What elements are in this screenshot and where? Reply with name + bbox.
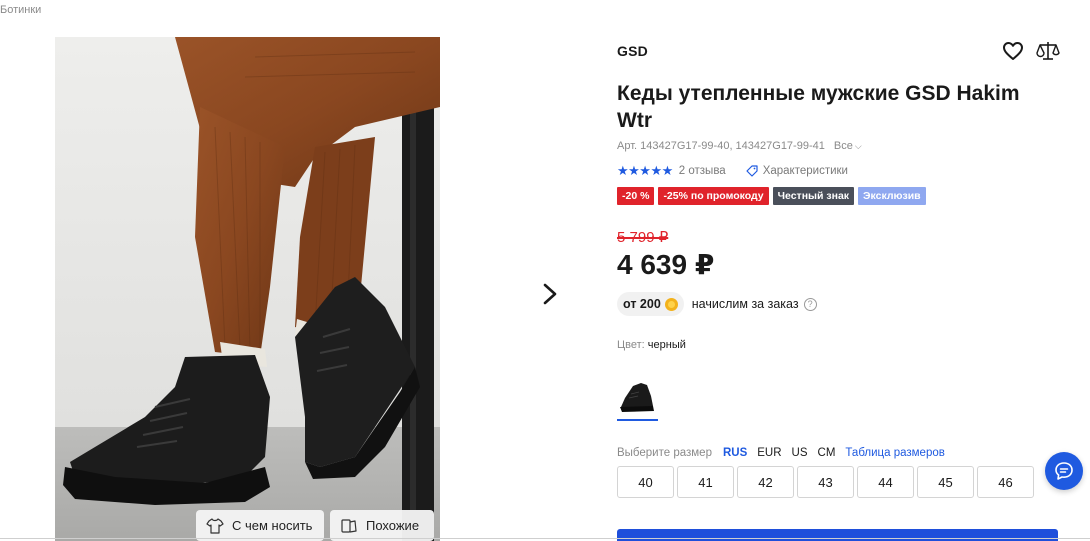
chat-button[interactable] [1045, 452, 1083, 490]
similar-label: Похожие [366, 518, 420, 533]
size-system-cm[interactable]: CM [818, 447, 836, 459]
chevron-down-icon: ⌵ [854, 141, 862, 151]
color-value: черный [647, 339, 686, 351]
coin-icon [664, 297, 678, 311]
badge-discount: -20 % [617, 187, 655, 205]
article-all-toggle[interactable]: Все ⌵ [834, 140, 862, 152]
color-swatch-image [620, 383, 654, 412]
similar-icon [341, 518, 357, 533]
size-option[interactable]: 40 [617, 466, 674, 498]
color-label-text: Цвет: [617, 339, 645, 351]
divider [0, 538, 1090, 539]
badge-honest-sign: Честный знак [772, 187, 855, 205]
characteristics-link[interactable]: Характеристики [746, 165, 848, 177]
badges: -20 % -25% по промокоду Честный знак Экс… [617, 187, 926, 205]
bonus-pill: от 200 [617, 292, 684, 316]
article-all-label: Все [833, 140, 853, 152]
wear-with-button[interactable]: С чем носить [196, 510, 324, 541]
bonus-info: от 200 начислим за заказ ? [617, 292, 817, 316]
help-icon[interactable]: ? [803, 297, 817, 311]
current-price: 4 639 ₽ [617, 249, 715, 280]
product-photo-image [55, 37, 440, 541]
chat-icon [1055, 462, 1073, 480]
size-option[interactable]: 43 [797, 466, 854, 498]
badge-promo: -25% по промокоду [658, 187, 769, 205]
product-photo[interactable] [55, 37, 440, 541]
rating-row: ★★★★★ 2 отзыва Характеристики [617, 163, 848, 179]
article-numbers: Арт. 143427G17-99-40, 143427G17-99-41 Вс… [617, 140, 862, 152]
size-label: Выберите размер [617, 447, 712, 459]
size-options: 40 41 42 43 44 45 46 [617, 466, 1034, 498]
size-option[interactable]: 41 [677, 466, 734, 498]
size-option[interactable]: 45 [917, 466, 974, 498]
reviews-link[interactable]: 2 отзыва [679, 165, 726, 177]
size-option[interactable]: 42 [737, 466, 794, 498]
add-to-cart-button[interactable] [617, 529, 1058, 541]
chevron-right-icon[interactable] [538, 281, 562, 307]
size-option[interactable]: 44 [857, 466, 914, 498]
similar-button[interactable]: Похожие [330, 510, 434, 541]
color-swatch-black[interactable] [617, 366, 658, 421]
wear-with-label: С чем носить [232, 518, 313, 533]
rating-stars-icon: ★★★★★ [617, 163, 673, 178]
brand-name[interactable]: GSD [617, 43, 648, 59]
size-system-row: Выберите размер RUS EUR US CM Таблица ра… [617, 446, 945, 460]
bonus-text: начислим за заказ [691, 297, 799, 311]
size-system-rus[interactable]: RUS [723, 447, 747, 459]
size-table-link[interactable]: Таблица размеров [845, 447, 944, 459]
article-text: Арт. 143427G17-99-40, 143427G17-99-41 [617, 140, 825, 152]
badge-exclusive: Эксклюзив [858, 187, 926, 205]
old-price: 5 799 ₽ [617, 229, 669, 246]
size-system-eur[interactable]: EUR [757, 447, 781, 459]
size-system-us[interactable]: US [792, 447, 808, 459]
characteristics-label: Характеристики [762, 165, 848, 177]
product-title: Кеды утепленные мужские GSD Hakim Wtr [617, 82, 1020, 132]
shirt-icon [206, 517, 224, 534]
bonus-amount: от 200 [623, 297, 661, 311]
tag-icon [746, 165, 758, 177]
scales-icon[interactable] [1036, 40, 1060, 62]
heart-icon[interactable] [1002, 41, 1024, 61]
size-option[interactable]: 46 [977, 466, 1034, 498]
breadcrumb[interactable]: Ботинки [0, 4, 41, 16]
color-label: Цвет: черный [617, 339, 686, 351]
